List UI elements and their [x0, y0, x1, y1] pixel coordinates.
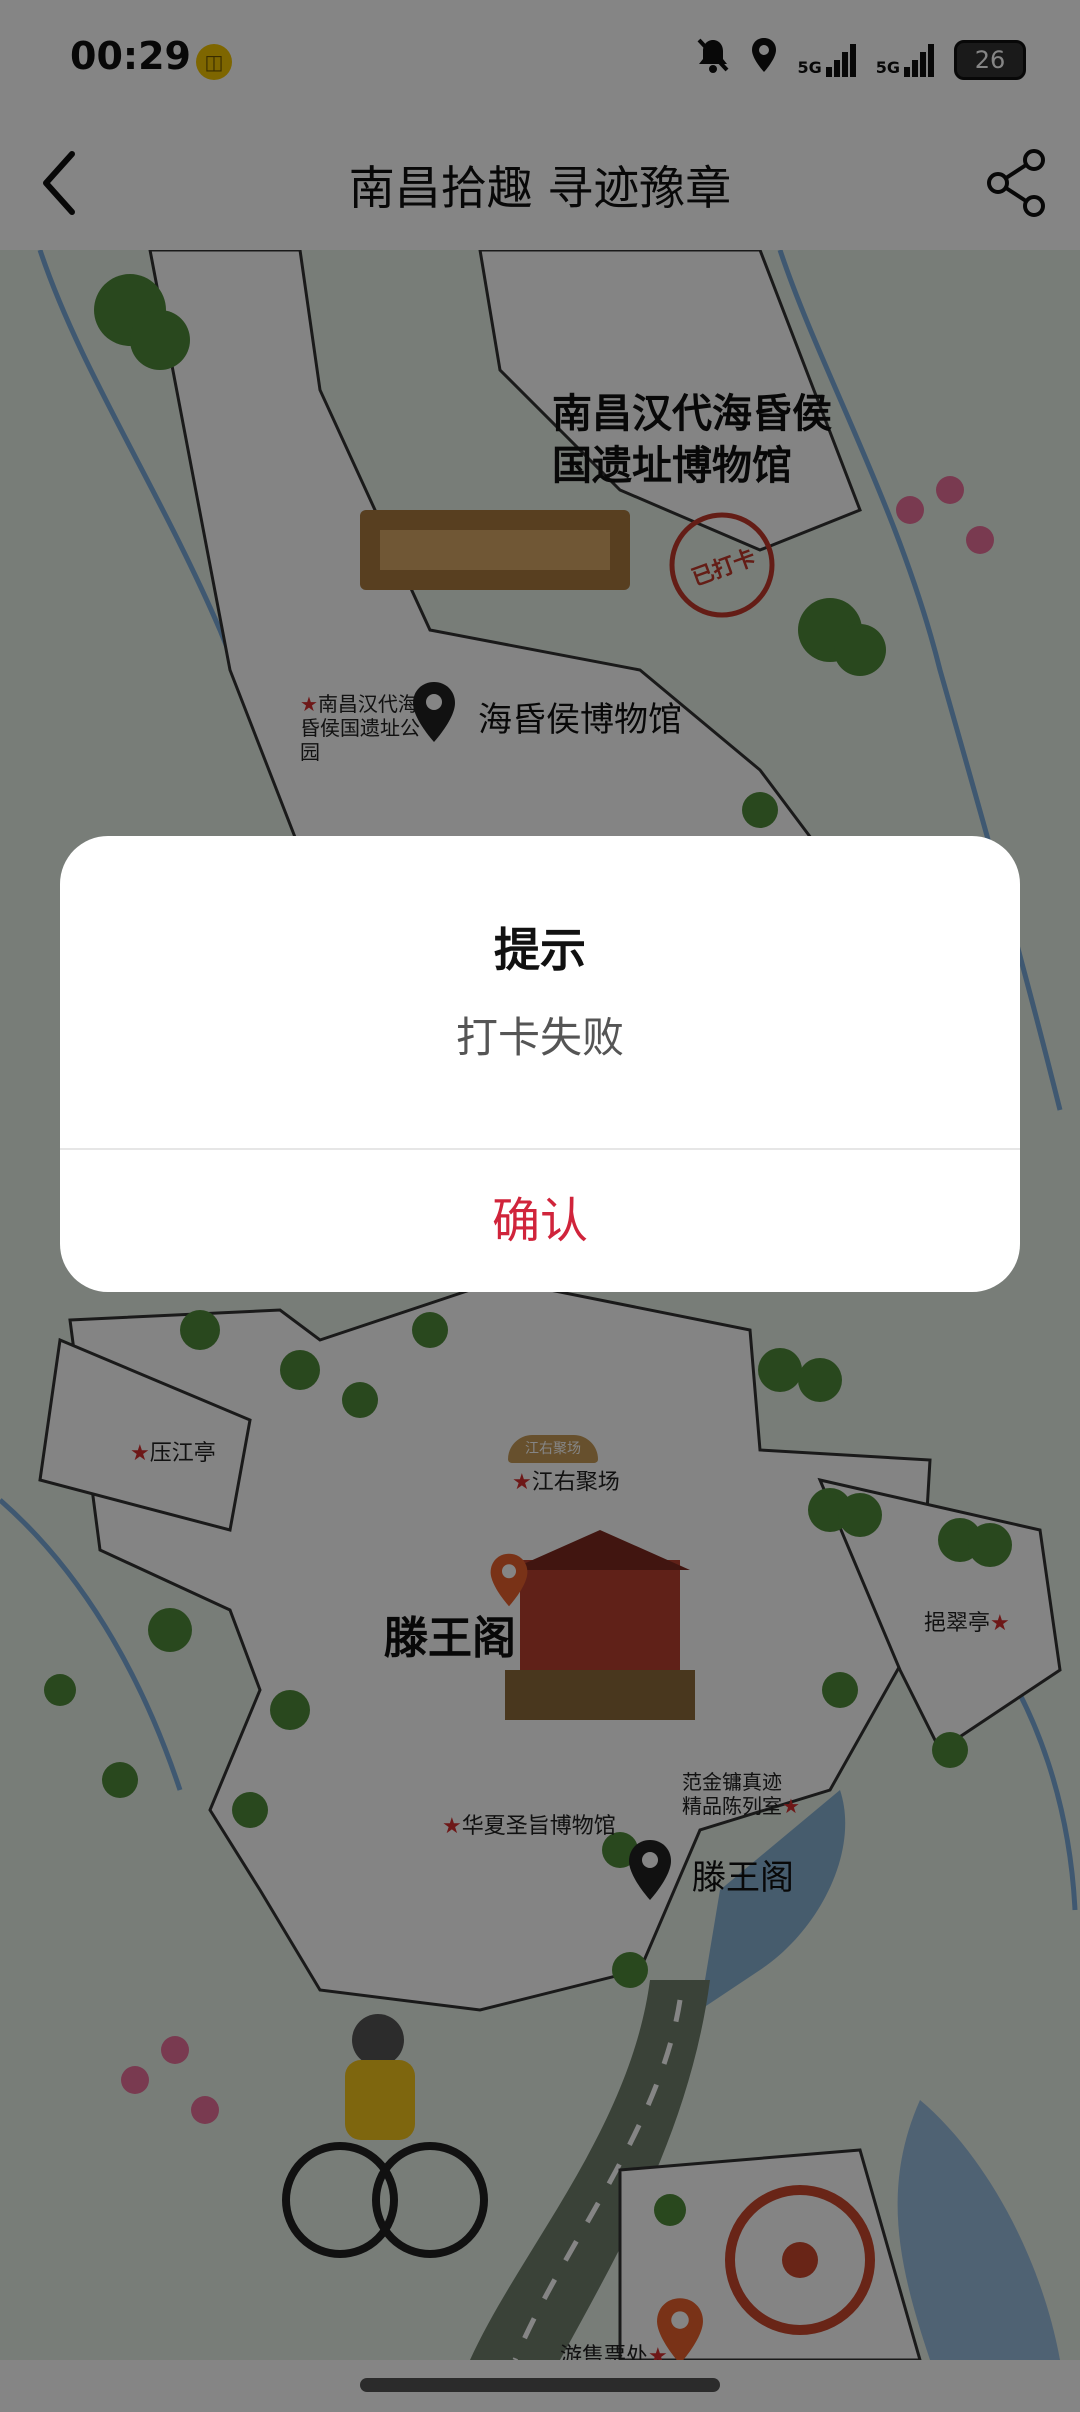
confirm-button[interactable]: 确认: [60, 1150, 1020, 1292]
dialog-message: 打卡失败: [455, 1013, 624, 1062]
dialog-title: 提示: [494, 923, 586, 977]
alert-dialog: 提示 打卡失败 确认: [60, 836, 1020, 1292]
home-indicator[interactable]: [360, 2378, 720, 2392]
